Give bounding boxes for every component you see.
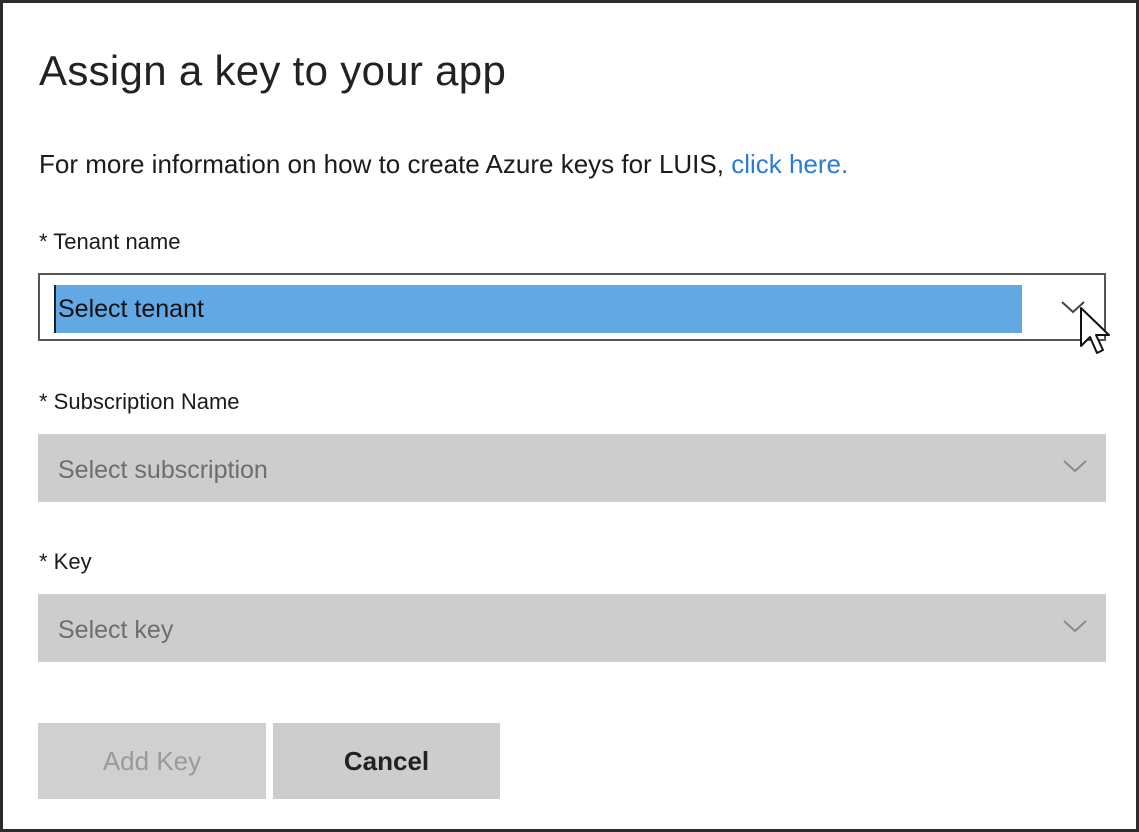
tenant-name-label: * Tenant name — [39, 229, 181, 254]
key-select-value: Select key — [58, 616, 174, 644]
subscription-name-label: * Subscription Name — [39, 389, 240, 414]
info-text-body: For more information on how to create Az… — [39, 149, 732, 179]
cancel-button[interactable]: Cancel — [273, 723, 500, 799]
add-key-button[interactable]: Add Key — [38, 723, 266, 799]
tenant-select[interactable]: Select tenant — [38, 273, 1106, 341]
assign-key-dialog: Assign a key to your app For more inform… — [0, 0, 1139, 832]
mouse-cursor-icon — [1080, 307, 1110, 354]
chevron-down-icon[interactable] — [1062, 456, 1088, 476]
info-text: For more information on how to create Az… — [39, 149, 848, 180]
subscription-select-value: Select subscription — [58, 456, 268, 484]
key-select[interactable]: Select key — [38, 594, 1106, 662]
dialog-title: Assign a key to your app — [39, 47, 507, 94]
key-label: * Key — [39, 549, 92, 574]
tenant-select-value: Select tenant — [58, 295, 204, 323]
click-here-link[interactable]: click here. — [731, 149, 848, 179]
chevron-down-icon[interactable] — [1062, 616, 1088, 636]
subscription-select[interactable]: Select subscription — [38, 434, 1106, 502]
